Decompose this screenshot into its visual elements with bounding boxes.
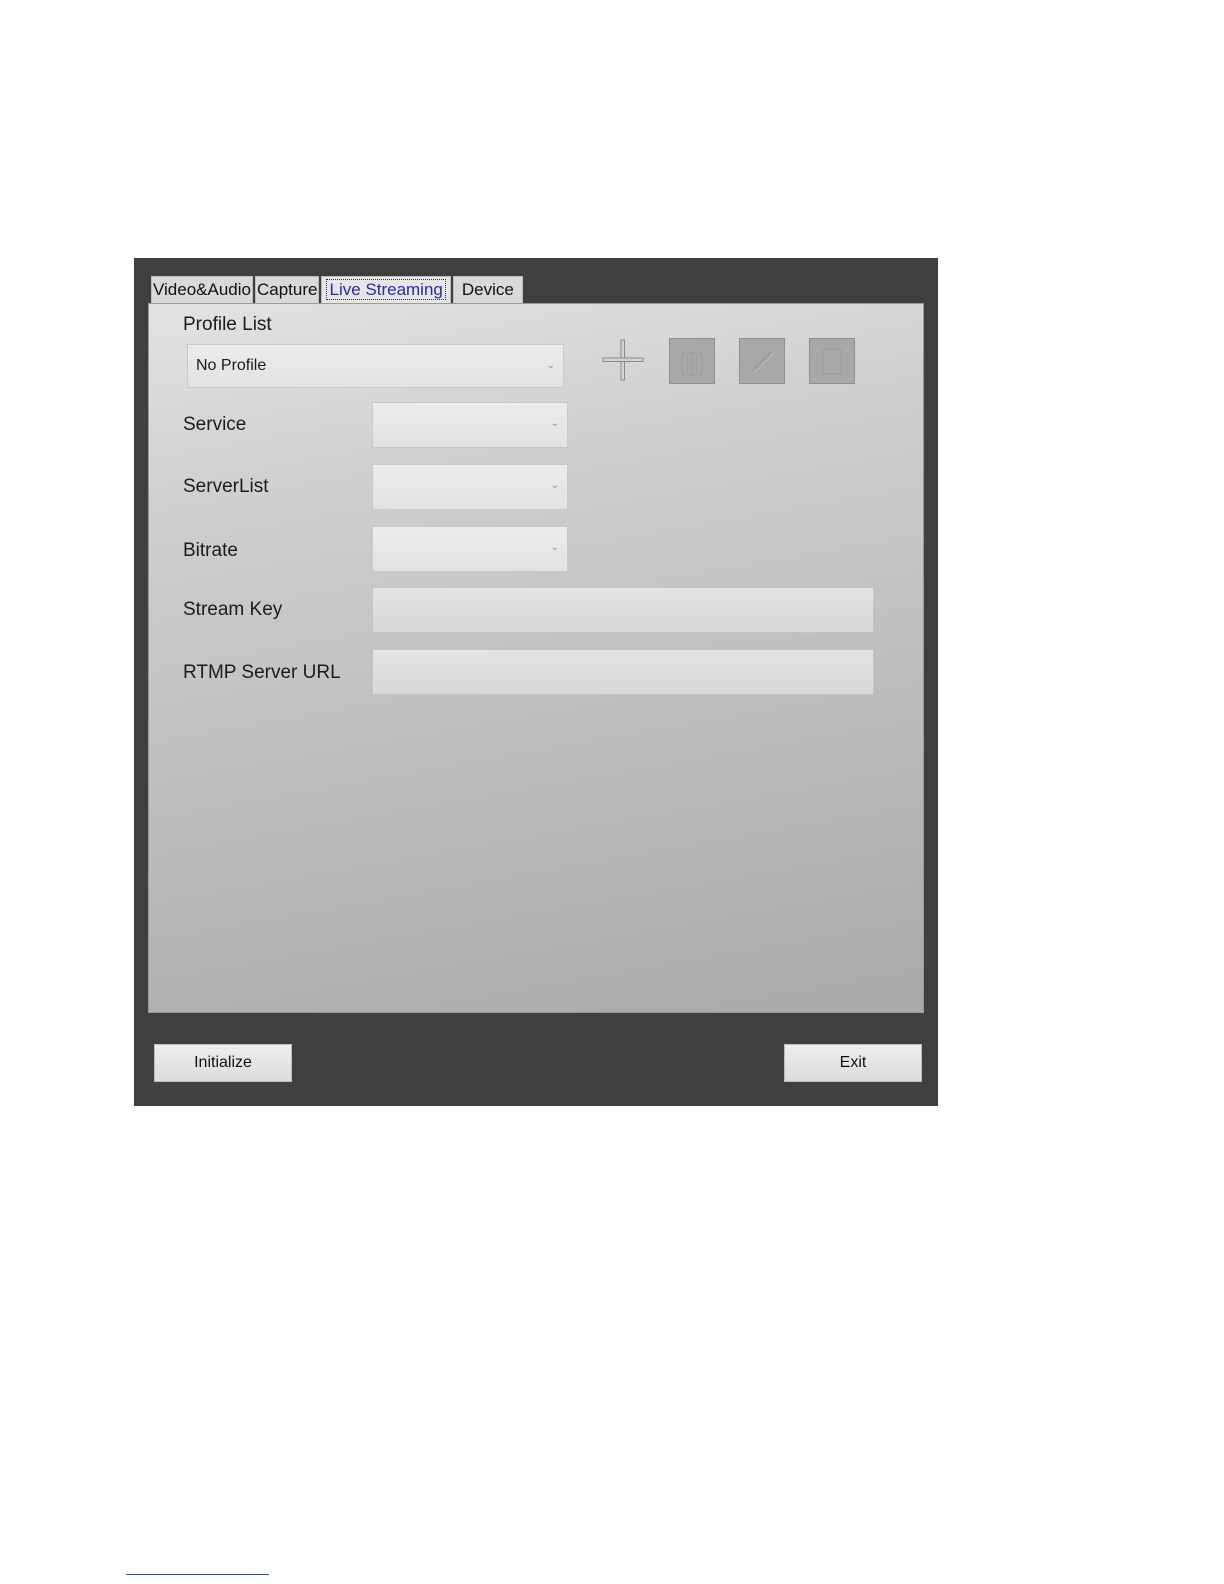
service-label: Service — [183, 414, 247, 435]
service-dropdown[interactable]: ⌄ — [372, 402, 568, 448]
tab-video-audio[interactable]: Video&Audio — [151, 276, 253, 303]
tab-live-streaming[interactable]: Live Streaming — [321, 276, 451, 303]
tab-device[interactable]: Device — [452, 276, 523, 303]
stream-key-label: Stream Key — [183, 599, 283, 620]
server-list-dropdown[interactable]: ⌄ — [372, 464, 568, 510]
tab-live-streaming-label: Live Streaming — [326, 279, 446, 300]
edit-icon[interactable] — [739, 338, 785, 384]
plus-icon[interactable] — [601, 338, 645, 382]
tab-bar: Video&Audio Capture Live Streaming Devic… — [151, 275, 525, 303]
stream-key-input[interactable] — [372, 587, 874, 633]
pencil-icon — [751, 350, 775, 374]
tab-capture[interactable]: Capture — [255, 276, 320, 303]
chevron-down-icon: ⌄ — [550, 542, 559, 553]
profile-selected-value: No Profile — [196, 357, 267, 374]
server-list-label: ServerList — [183, 476, 269, 497]
profile-list-label: Profile List — [183, 314, 272, 335]
live-streaming-panel: Profile List No Profile ⌄ Service ⌄ Serv… — [148, 303, 924, 1013]
footnote-rule — [126, 1574, 269, 1575]
exit-button[interactable]: Exit — [784, 1044, 922, 1082]
bitrate-dropdown[interactable]: ⌄ — [372, 526, 568, 572]
chevron-down-icon: ⌄ — [550, 418, 559, 429]
document-page: Video&Audio Capture Live Streaming Devic… — [0, 0, 1224, 1584]
initialize-button[interactable]: Initialize — [154, 1044, 292, 1082]
bitrate-label: Bitrate — [183, 540, 238, 561]
save-icon[interactable] — [809, 338, 855, 384]
trash-icon — [681, 352, 703, 376]
rtmp-url-input[interactable] — [372, 649, 874, 695]
chevron-down-icon: ⌄ — [546, 360, 555, 371]
profile-list-dropdown[interactable]: No Profile ⌄ — [187, 344, 564, 388]
rtmp-url-label: RTMP Server URL — [183, 662, 341, 683]
settings-window: Video&Audio Capture Live Streaming Devic… — [134, 258, 938, 1106]
chevron-down-icon: ⌄ — [550, 480, 559, 491]
clipboard-icon — [822, 348, 842, 375]
delete-icon[interactable] — [669, 338, 715, 384]
